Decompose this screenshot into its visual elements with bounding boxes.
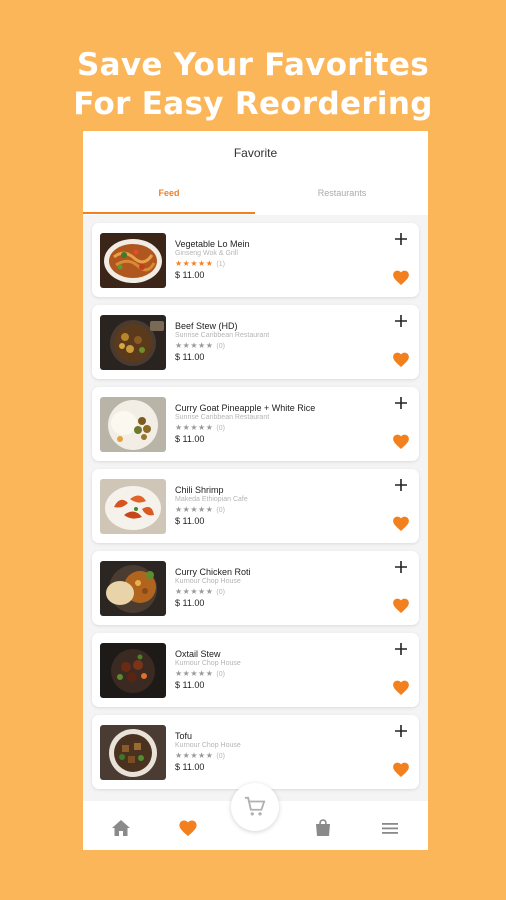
heart-icon[interactable] bbox=[392, 269, 410, 286]
promo-headline-line-2: For Easy Reordering bbox=[73, 86, 433, 122]
chicken-roti-photo bbox=[100, 561, 166, 616]
stars: ★★★★★ bbox=[175, 259, 214, 268]
item-price: $ 11.00 bbox=[175, 598, 205, 608]
heart-icon[interactable] bbox=[392, 679, 410, 696]
star-rating: ★★★★★ (0) bbox=[175, 751, 225, 760]
tab-feed[interactable]: Feed bbox=[83, 188, 255, 202]
item-price: $ 11.00 bbox=[175, 762, 205, 772]
restaurant-name: Kurnour Chop House bbox=[175, 742, 241, 749]
star-rating: ★★★★★ (0) bbox=[175, 587, 225, 596]
plus-icon[interactable] bbox=[393, 723, 409, 739]
rating-count: (0) bbox=[216, 507, 225, 514]
item-price: $ 11.00 bbox=[175, 434, 205, 444]
item-name: Vegetable Lo Mein bbox=[175, 239, 250, 249]
app-screen: Favorite Feed Restaurants Vegetable Lo M… bbox=[83, 131, 428, 850]
plus-icon[interactable] bbox=[393, 395, 409, 411]
beef-stew-photo bbox=[100, 315, 166, 370]
promo-headline: Save Your Favorites For Easy Reordering bbox=[0, 46, 506, 124]
heart-icon[interactable] bbox=[392, 351, 410, 368]
restaurant-name: Sunrise Caribbean Restaurant bbox=[175, 414, 270, 421]
promo-headline-line-1: Save Your Favorites bbox=[76, 47, 429, 83]
item-name: Oxtail Stew bbox=[175, 649, 221, 659]
plus-icon[interactable] bbox=[393, 313, 409, 329]
stars: ★★★★★ bbox=[175, 423, 214, 432]
star-rating: ★★★★★ (0) bbox=[175, 341, 225, 350]
stars: ★★★★★ bbox=[175, 669, 214, 678]
item-price: $ 11.00 bbox=[175, 680, 205, 690]
item-price: $ 11.00 bbox=[175, 352, 205, 362]
star-rating: ★★★★★ (1) bbox=[175, 259, 225, 268]
star-rating: ★★★★★ (0) bbox=[175, 505, 225, 514]
item-name: Tofu bbox=[175, 731, 193, 741]
star-rating: ★★★★★ (0) bbox=[175, 669, 225, 678]
active-tab-indicator bbox=[83, 212, 255, 214]
stars: ★★★★★ bbox=[175, 505, 214, 514]
heart-icon[interactable] bbox=[392, 433, 410, 450]
restaurant-name: Kurnour Chop House bbox=[175, 660, 241, 667]
stars: ★★★★★ bbox=[175, 751, 214, 760]
favorite-card[interactable]: Chili Shrimp Makeda Ethiopian Cafe ★★★★★… bbox=[92, 469, 419, 543]
item-name: Curry Chicken Roti bbox=[175, 567, 251, 577]
chili-shrimp-photo bbox=[100, 479, 166, 534]
favorite-card[interactable]: Curry Goat Pineapple + White Rice Sunris… bbox=[92, 387, 419, 461]
noodles-photo bbox=[100, 233, 166, 288]
star-rating: ★★★★★ (0) bbox=[175, 423, 225, 432]
item-name: Chili Shrimp bbox=[175, 485, 224, 495]
rating-count: (0) bbox=[216, 589, 225, 596]
page-title: Favorite bbox=[233, 146, 278, 160]
heart-icon[interactable] bbox=[392, 761, 410, 778]
plus-icon[interactable] bbox=[393, 231, 409, 247]
favorite-card[interactable]: Beef Stew (HD) Sunrise Caribbean Restaur… bbox=[92, 305, 419, 379]
favorite-card[interactable]: Curry Chicken Roti Kurnour Chop House ★★… bbox=[92, 551, 419, 625]
menu-icon[interactable] bbox=[380, 819, 400, 837]
stars: ★★★★★ bbox=[175, 341, 214, 350]
favorite-card[interactable]: Tofu Kurnour Chop House ★★★★★ (0) $ 11.00 bbox=[92, 715, 419, 789]
rating-count: (0) bbox=[216, 425, 225, 432]
cart-icon bbox=[244, 796, 266, 816]
item-price: $ 11.00 bbox=[175, 270, 205, 280]
tofu-photo bbox=[100, 725, 166, 780]
item-name: Beef Stew (HD) bbox=[175, 321, 238, 331]
rating-count: (0) bbox=[216, 343, 225, 350]
restaurant-name: Ginseng Wok & Grill bbox=[175, 250, 238, 257]
item-price: $ 11.00 bbox=[175, 516, 205, 526]
tab-restaurants[interactable]: Restaurants bbox=[256, 188, 428, 202]
curry-goat-photo bbox=[100, 397, 166, 452]
rating-count: (0) bbox=[216, 753, 225, 760]
oxtail-stew-photo bbox=[100, 643, 166, 698]
favorite-card[interactable]: Vegetable Lo Mein Ginseng Wok & Grill ★★… bbox=[92, 223, 419, 297]
heart-icon[interactable] bbox=[392, 597, 410, 614]
restaurant-name: Makeda Ethiopian Cafe bbox=[175, 496, 248, 503]
favorite-card[interactable]: Oxtail Stew Kurnour Chop House ★★★★★ (0) … bbox=[92, 633, 419, 707]
rating-count: (0) bbox=[216, 671, 225, 678]
app-bar: Favorite Feed Restaurants bbox=[83, 131, 428, 215]
item-name: Curry Goat Pineapple + White Rice bbox=[175, 403, 316, 413]
restaurant-name: Kurnour Chop House bbox=[175, 578, 241, 585]
plus-icon[interactable] bbox=[393, 641, 409, 657]
heart-icon[interactable] bbox=[178, 819, 198, 837]
home-icon[interactable] bbox=[111, 819, 131, 837]
heart-icon[interactable] bbox=[392, 515, 410, 532]
plus-icon[interactable] bbox=[393, 477, 409, 493]
bag-icon[interactable] bbox=[313, 819, 333, 837]
rating-count: (1) bbox=[216, 261, 225, 268]
stars: ★★★★★ bbox=[175, 587, 214, 596]
cart-button[interactable] bbox=[231, 783, 279, 831]
plus-icon[interactable] bbox=[393, 559, 409, 575]
restaurant-name: Sunrise Caribbean Restaurant bbox=[175, 332, 270, 339]
